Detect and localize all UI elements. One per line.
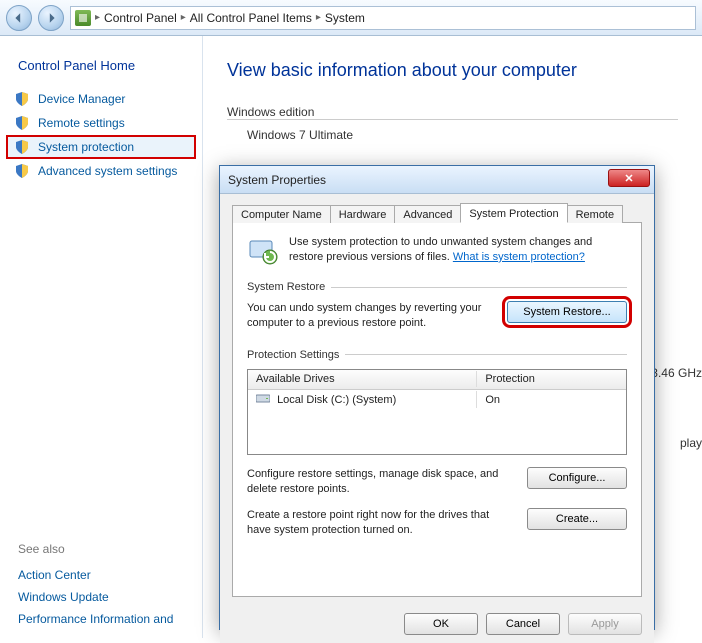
tab-computer-name[interactable]: Computer Name [232,205,331,223]
breadcrumb-sep-icon: ▸ [95,12,100,23]
breadcrumb-leaf[interactable]: System [325,11,365,25]
control-panel-home-link[interactable]: Control Panel Home [0,50,202,87]
tab-system-protection[interactable]: System Protection [460,203,567,223]
ok-button[interactable]: OK [404,613,478,635]
system-protection-icon [247,235,279,267]
tab-advanced[interactable]: Advanced [394,205,461,223]
drives-table[interactable]: Available Drives Protection Local Disk (… [247,369,627,455]
windows-edition-value: Windows 7 Ultimate [227,128,678,142]
see-also: See also Action Center Windows Update Pe… [0,542,202,630]
apply-button[interactable]: Apply [568,613,642,635]
create-button[interactable]: Create... [527,508,627,530]
sidebar-item-advanced-system-settings[interactable]: Advanced system settings [0,159,202,183]
breadcrumb-mid[interactable]: All Control Panel Items [190,11,312,25]
drives-header-protection: Protection [477,371,626,387]
tab-hardware[interactable]: Hardware [330,205,396,223]
system-restore-button[interactable]: System Restore... [507,301,627,323]
sidebar-item-device-manager[interactable]: Device Manager [0,87,202,111]
control-panel-icon [75,10,91,26]
tab-panel-system-protection: Use system protection to undo unwanted s… [232,223,642,597]
drives-header-drive: Available Drives [248,371,477,387]
drive-name: Local Disk (C:) (System) [277,394,396,406]
table-row[interactable]: Local Disk (C:) (System) On [248,390,626,410]
what-is-system-protection-link[interactable]: What is system protection? [453,251,585,263]
system-restore-group-label: System Restore [247,281,627,293]
configure-button[interactable]: Configure... [527,467,627,489]
see-also-title: See also [18,542,184,556]
drives-header-row: Available Drives Protection [248,370,626,390]
dialog-title-text: System Properties [228,173,326,187]
see-also-action-center[interactable]: Action Center [18,564,184,586]
sidebar-item-label: Remote settings [38,116,125,130]
tab-strip: Computer Name Hardware Advanced System P… [232,202,642,223]
cancel-button[interactable]: Cancel [486,613,560,635]
protection-settings-group-label: Protection Settings [247,349,627,361]
tab-remote[interactable]: Remote [567,205,624,223]
dialog-titlebar[interactable]: System Properties ✕ [220,166,654,194]
breadcrumb-sep-icon: ▸ [316,12,321,23]
shield-icon [14,115,30,131]
shield-icon [14,91,30,107]
drive-protection: On [477,392,626,408]
sidebar-item-label: Advanced system settings [38,164,177,178]
close-icon: ✕ [624,172,633,185]
sidebar-item-label: Device Manager [38,92,125,106]
see-also-performance-info[interactable]: Performance Information and [18,608,184,630]
configure-description: Configure restore settings, manage disk … [247,467,515,497]
create-description: Create a restore point right now for the… [247,508,515,538]
page-title: View basic information about your comput… [227,60,678,81]
breadcrumb-sep-icon: ▸ [181,12,186,23]
close-button[interactable]: ✕ [608,169,650,187]
shield-icon [14,163,30,179]
sidebar-item-label: System protection [38,140,134,154]
address-bar[interactable]: ▸ Control Panel ▸ All Control Panel Item… [70,6,696,30]
drive-icon [256,393,270,404]
windows-edition-label: Windows edition [227,105,678,120]
dialog-footer: OK Cancel Apply [220,605,654,643]
restore-description: You can undo system changes by reverting… [247,301,495,331]
nav-toolbar: ▸ Control Panel ▸ All Control Panel Item… [0,0,702,36]
intro-text: Use system protection to undo unwanted s… [289,235,627,265]
back-button[interactable] [6,5,32,31]
see-also-windows-update[interactable]: Windows Update [18,586,184,608]
sidebar-item-system-protection[interactable]: System protection [6,135,196,159]
shield-icon [14,139,30,155]
sidebar-item-remote-settings[interactable]: Remote settings [0,111,202,135]
forward-button[interactable] [38,5,64,31]
system-properties-dialog: System Properties ✕ Computer Name Hardwa… [219,165,655,630]
cpu-speed-fragment: 3.46 GHz [651,366,702,380]
display-fragment: play [680,436,702,450]
sidebar: Control Panel Home Device Manager Remote… [0,36,203,638]
breadcrumb-root[interactable]: Control Panel [104,11,177,25]
